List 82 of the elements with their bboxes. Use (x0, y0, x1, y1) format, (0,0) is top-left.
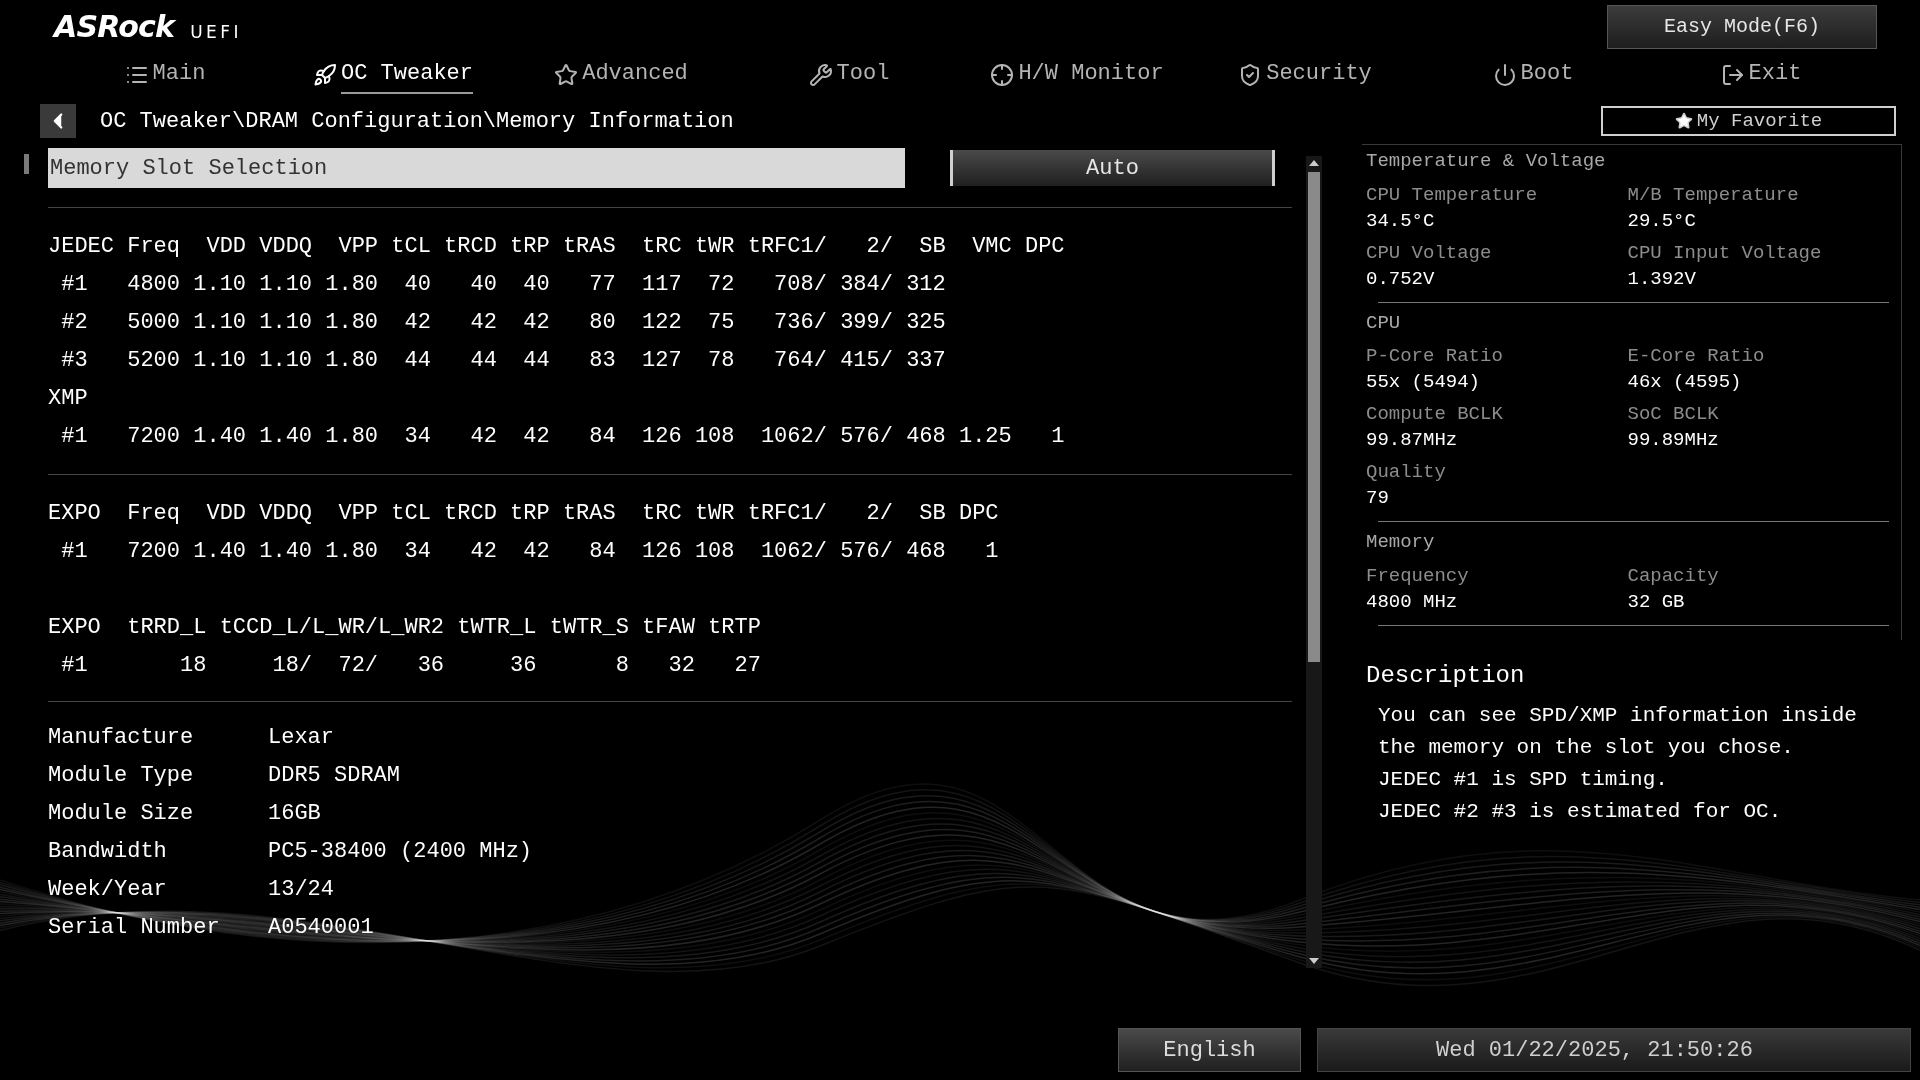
nav-tab[interactable]: Exit (1647, 52, 1875, 98)
monitor-label: M/B Temperature (1627, 182, 1800, 208)
nav-tab[interactable]: OC Tweaker (279, 52, 507, 98)
monitor-value: 34.5°C (1366, 208, 1436, 234)
info-value: Lexar (268, 723, 334, 752)
power-icon (1492, 63, 1517, 87)
info-value: 16GB (268, 799, 321, 828)
nav-tab[interactable]: Security (1191, 52, 1419, 98)
section-title: Temperature & Voltage (1366, 149, 1607, 174)
monitor-label: Frequency (1366, 563, 1470, 589)
info-label: Week/Year (48, 875, 168, 904)
easy-mode-button[interactable]: Easy Mode(F6) (1607, 5, 1877, 49)
scrollbar[interactable] (1306, 156, 1322, 968)
datetime-display: Wed 01/22/2025, 21:50:26 (1317, 1028, 1911, 1072)
info-value: PC5-38400 (2400 MHz) (268, 837, 533, 866)
monitor-label: E-Core Ratio (1627, 344, 1766, 369)
section-title: Memory (1366, 530, 1436, 555)
monitor-label: CPU Temperature (1366, 182, 1539, 208)
crosshair-icon (990, 63, 1015, 87)
monitor-label: CPU Voltage (1366, 240, 1493, 266)
nav-tab[interactable]: Advanced (507, 52, 735, 98)
selection-marker (23, 154, 29, 174)
monitor-value: 79 (1366, 486, 1390, 511)
description-text: You can see SPD/XMP information inside (1378, 702, 1858, 729)
spd-row-text: #3 5200 1.10 1.10 1.80 44 44 44 83 127 78 764/ 415/ 337 (60, 347, 947, 375)
star-icon (1674, 112, 1693, 130)
info-label: Manufacture (48, 723, 195, 752)
monitor-value: 4800 MHz (1366, 589, 1459, 615)
info-label: Module Size (48, 799, 195, 828)
spd-header-row-text: EXPO tRRD_L tCCD_L/L_WR/L_WR2 tWTR_L tWTR_S tFAW tRTP (48, 614, 762, 642)
nav-tab[interactable]: Main (51, 52, 279, 98)
my-favorite-button[interactable]: My Favorite (1601, 106, 1896, 136)
monitor-value: 0.752V (1366, 266, 1436, 292)
rocket-icon (313, 63, 337, 87)
spd-row-text: #1 7200 1.40 1.40 1.80 34 42 42 84 126 108 1062/ 576/ 468 1 (60, 538, 1000, 566)
monitor-label: P-Core Ratio (1366, 344, 1504, 369)
spd-row-text: XMP (48, 385, 89, 413)
uefi-label: UEFI (190, 21, 242, 44)
monitor-value: 55x (5494) (1366, 370, 1482, 395)
info-value: DDR5 SDRAM (268, 761, 401, 790)
monitor-value: 29.5°C (1627, 208, 1697, 234)
info-value: A0540001 (268, 913, 374, 942)
description-title: Description (1366, 660, 1526, 691)
wrench-icon (808, 63, 833, 87)
auto-dropdown[interactable]: Auto (950, 150, 1275, 186)
info-label: Serial Number (48, 913, 221, 942)
info-value: 13/24 (268, 875, 334, 904)
breadcrumb-path: OC Tweaker\DRAM Configuration\Memory Information (100, 107, 734, 136)
star-icon (554, 63, 579, 87)
spd-row-text: #2 5000 1.10 1.10 1.80 42 42 42 80 122 75 736/ 399/ 325 (60, 309, 947, 337)
monitor-value: 32 GB (1627, 589, 1686, 615)
scrollbar-thumb[interactable] (1308, 172, 1320, 662)
nav-tab[interactable]: Tool (735, 52, 963, 98)
info-label: Module Type (48, 761, 195, 790)
monitor-value: 99.89MHz (1627, 428, 1720, 453)
exit-icon (1720, 63, 1745, 87)
spd-header-row-text: EXPO Freq VDD VDDQ VPP tCL tRCD tRP tRAS tRC tWR tRFC1/ 2/ SB DPC (48, 500, 1000, 528)
monitor-label: Compute BCLK (1366, 402, 1504, 427)
nav-tab[interactable]: H/W Monitor (963, 52, 1191, 98)
spd-row-text: #1 18 18/ 72/ 36 36 8 32 27 (60, 652, 762, 680)
monitor-label: SoC BCLK (1627, 402, 1720, 427)
back-button[interactable] (40, 104, 76, 138)
spd-header-row-text: JEDEC Freq VDD VDDQ VPP tCL tRCD tRP tRAS tRC tWR tRFC1/ 2/ SB VMC DPC (48, 233, 1066, 261)
monitor-label: Quality (1366, 460, 1447, 485)
description-text: the memory on the slot you chose. (1378, 734, 1795, 761)
monitor-value: 1.392V (1627, 266, 1697, 292)
description-text: JEDEC #2 #3 is estimated for OC. (1378, 798, 1783, 825)
nav-tab[interactable]: Boot (1419, 52, 1647, 98)
description-text: JEDEC #1 is SPD timing. (1378, 766, 1669, 793)
spd-row-text: #1 7200 1.40 1.40 1.80 34 42 42 84 126 108 1062/ 576/ 468 1.25 1 (60, 423, 1066, 451)
monitor-value: 46x (4595) (1627, 370, 1743, 395)
monitor-label: Capacity (1627, 563, 1720, 589)
language-button[interactable]: English (1118, 1028, 1301, 1072)
spd-row-text: #1 4800 1.10 1.10 1.80 40 40 40 77 117 72 708/ 384/ 312 (60, 271, 947, 299)
monitor-value: 99.87MHz (1366, 428, 1459, 453)
memory-slot-selection-row[interactable]: Memory Slot Selection (48, 148, 905, 188)
scroll-down-icon (1309, 958, 1319, 964)
monitor-label: CPU Input Voltage (1627, 240, 1823, 266)
brand-logo: ASRock (54, 10, 175, 44)
scroll-up-icon (1309, 160, 1319, 166)
section-title: CPU (1366, 310, 1402, 336)
info-label: Bandwidth (48, 837, 168, 866)
